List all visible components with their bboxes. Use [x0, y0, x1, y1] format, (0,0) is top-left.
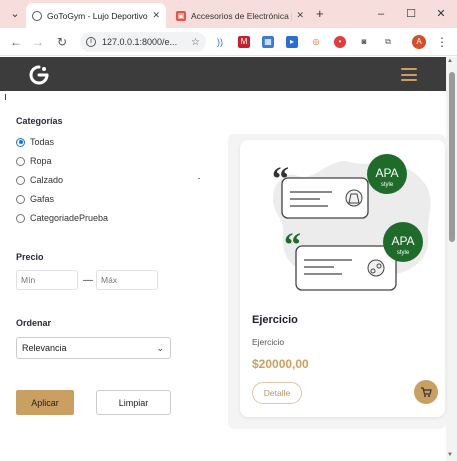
close-tab-icon[interactable]: ✕	[152, 10, 160, 21]
browser-toolbar: ← → ↻ i 127.0.0.1:8000/e... ☆ )) M ▦ ▸ ◎…	[0, 28, 457, 56]
scroll-down-icon[interactable]: ▼	[447, 452, 453, 458]
forward-icon[interactable]: →	[30, 34, 46, 50]
radio-button[interactable]	[16, 175, 25, 185]
category-label: Ropa	[30, 156, 52, 166]
tab-accesorios[interactable]: ▣ Accesorios de Electrónica | A ✕	[170, 3, 310, 28]
extension-eye-icon[interactable]: ◎	[310, 36, 322, 48]
category-label: Calzado	[30, 175, 64, 185]
radio-button[interactable]	[16, 137, 25, 147]
price-title: Precio	[16, 252, 44, 262]
bookmark-star-icon[interactable]: ☆	[191, 37, 200, 48]
store-icon: ▣	[176, 10, 186, 21]
radio-button[interactable]	[16, 213, 25, 223]
clear-button[interactable]: Limpiar	[96, 390, 171, 415]
apa-badge-bottom-main: APA	[391, 234, 414, 248]
categories-title: Categorías	[16, 116, 63, 126]
order-select[interactable]: Relevancia ⌄	[16, 337, 171, 359]
product-name[interactable]: Ejercicio	[252, 314, 298, 326]
maximize-icon[interactable]: ☐	[404, 7, 418, 21]
minimize-icon[interactable]: –	[374, 7, 388, 21]
apa-badge-top-sub: style	[381, 182, 394, 188]
extension-adblock-icon[interactable]: •	[334, 36, 346, 48]
divider-mark	[198, 178, 200, 179]
apply-button[interactable]: Aplicar	[16, 390, 74, 415]
order-title: Ordenar	[16, 318, 52, 328]
globe-icon	[32, 10, 42, 21]
category-option-ropa[interactable]: Ropa	[16, 156, 52, 166]
text-cursor	[5, 94, 6, 100]
detail-button[interactable]: Detalle	[252, 382, 302, 404]
category-option-gafas[interactable]: Gafas	[16, 194, 54, 204]
gotogym-logo[interactable]	[28, 64, 50, 86]
browser-menu-icon[interactable]: ⋮	[436, 34, 448, 50]
profile-avatar[interactable]: A	[412, 35, 426, 49]
price-max-input[interactable]	[96, 270, 158, 290]
apa-badge-top-main: APA	[375, 166, 398, 180]
cart-icon	[421, 387, 432, 397]
apa-badge-bottom-sub: style	[397, 250, 410, 256]
order-selected-value: Relevancia	[22, 343, 67, 353]
product-price: $20000,00	[252, 357, 309, 371]
close-window-icon[interactable]: ✕	[434, 7, 448, 21]
url-text: 127.0.0.1:8000/e...	[102, 37, 178, 47]
tab-gotogym[interactable]: GoToGym - Lujo Deportivo y ✕	[26, 3, 166, 28]
tab-search-icon[interactable]: ⌄	[8, 7, 22, 21]
chevron-down-icon: ⌄	[156, 342, 164, 353]
address-bar[interactable]: i 127.0.0.1:8000/e... ☆	[80, 32, 206, 52]
extension-audio-icon[interactable]: ))	[214, 36, 226, 48]
site-info-icon[interactable]: i	[86, 37, 96, 47]
back-icon[interactable]: ←	[8, 34, 24, 50]
product-image[interactable]: “ APA style “ APA style	[258, 148, 440, 298]
product-category: Ejercicio	[252, 337, 285, 347]
category-option-categoriadeprueba[interactable]: CategoriadePrueba	[16, 213, 108, 223]
extension-camera-icon[interactable]: ◙	[358, 36, 370, 48]
price-separator: —	[83, 275, 93, 286]
radio-button[interactable]	[16, 156, 25, 166]
hamburger-menu-icon[interactable]	[401, 68, 417, 81]
site-header	[0, 57, 446, 91]
browser-tab-bar: ⌄ GoToGym - Lujo Deportivo y ✕ ▣ Accesor…	[0, 0, 457, 28]
category-option-calzado[interactable]: Calzado	[16, 175, 63, 185]
add-to-cart-button[interactable]	[414, 380, 438, 404]
category-label: Gafas	[30, 194, 55, 204]
tab-title: GoToGym - Lujo Deportivo y	[47, 10, 149, 21]
extension-m-icon[interactable]: M	[238, 36, 250, 48]
scrollbar-thumb[interactable]	[449, 72, 455, 242]
category-label: CategoriadePrueba	[30, 213, 109, 223]
extension-record-icon[interactable]: ▸	[286, 36, 298, 48]
extension-screenshot-icon[interactable]: ▦	[262, 36, 274, 48]
category-option-todas[interactable]: Todas	[16, 137, 54, 147]
extensions-puzzle-icon[interactable]: ⧉	[382, 36, 394, 48]
new-tab-button[interactable]: +	[316, 7, 324, 21]
reload-icon[interactable]: ↻	[54, 34, 70, 50]
tab-title: Accesorios de Electrónica | A	[191, 10, 293, 21]
close-tab-icon[interactable]: ✕	[296, 10, 304, 21]
category-label: Todas	[30, 137, 55, 147]
radio-button[interactable]	[16, 194, 25, 204]
scroll-up-icon[interactable]: ▲	[447, 58, 453, 64]
price-min-input[interactable]	[16, 270, 78, 290]
